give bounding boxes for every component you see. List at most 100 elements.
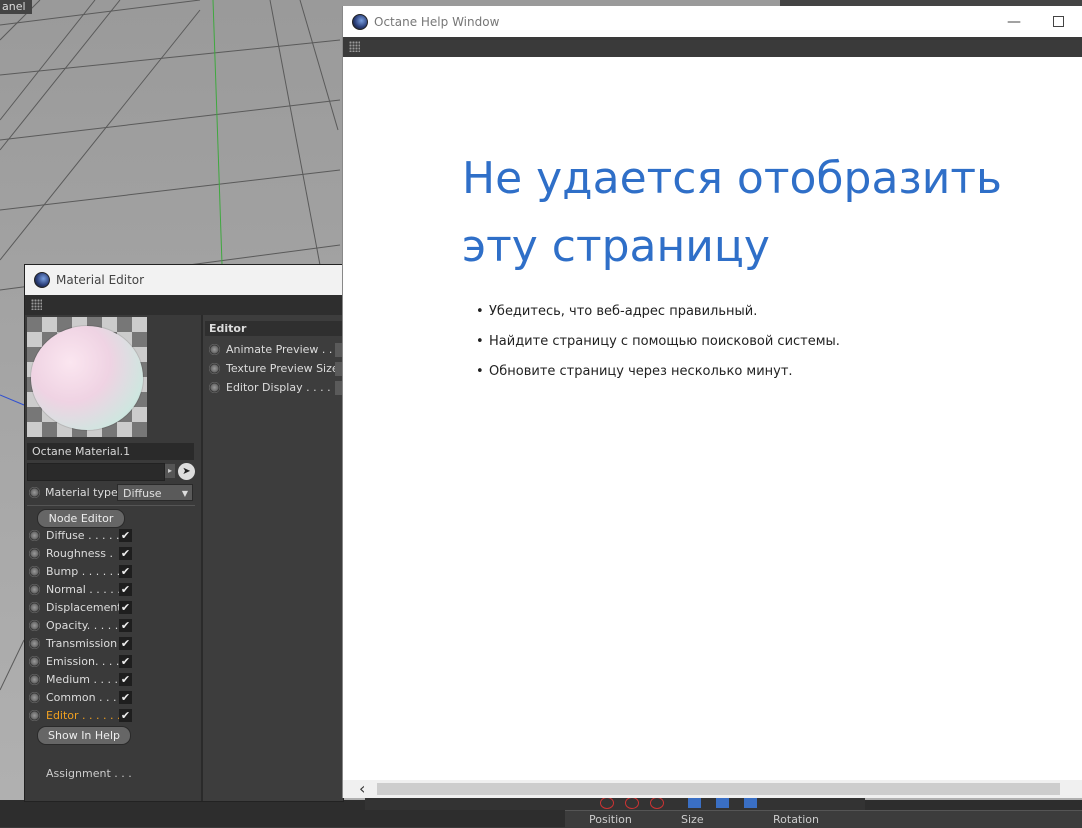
channel-checkbox[interactable]: ✔ (119, 637, 132, 650)
channel-row-bump[interactable]: Bump . . . . . . ✔ (27, 563, 147, 581)
panel-menu-label[interactable]: anel (0, 0, 32, 14)
channel-row-roughness[interactable]: Roughness . ✔ (27, 545, 147, 563)
channel-checkbox[interactable]: ✔ (119, 673, 132, 686)
channel-checkbox[interactable]: ✔ (119, 619, 132, 632)
animate-radio-icon[interactable] (29, 566, 40, 577)
minimize-icon[interactable]: — (1007, 14, 1021, 30)
channel-label: Bump . . . . . . (46, 565, 121, 578)
error-tip: Обновите страницу через несколько минут. (476, 364, 840, 394)
help-browser-content[interactable]: Не удается отобразить эту страницу Убеди… (343, 57, 1082, 780)
channel-row-normal[interactable]: Normal . . . . . ✔ (27, 581, 147, 599)
octane-help-window: Octane Help Window — Не удается отобрази… (342, 6, 1082, 798)
material-type-value: Diffuse (123, 487, 162, 500)
animate-preview-label: Animate Preview . . . (226, 343, 340, 356)
chevron-down-icon: ▼ (181, 489, 188, 498)
animate-radio-icon[interactable] (209, 363, 220, 374)
texture-preview-size-label: Texture Preview Size (226, 362, 339, 375)
channel-row-editor[interactable]: Editor . . . . . . ✔ (27, 707, 147, 725)
material-name-field[interactable]: Octane Material.1 (27, 443, 194, 460)
channel-label: Medium . . . . (46, 673, 118, 686)
animate-radio-icon[interactable] (29, 602, 40, 613)
material-type-label: Material type (45, 486, 118, 499)
material-editor-titlebar[interactable]: Material Editor (25, 265, 343, 295)
channel-row-displacement[interactable]: Displacement ✔ (27, 599, 147, 617)
material-type-select[interactable]: Diffuse ▼ (117, 484, 193, 501)
texture-preview-size-row[interactable]: Texture Preview Size (205, 360, 343, 378)
channel-label: Diffuse . . . . . (46, 529, 120, 542)
channel-checkbox[interactable]: ✔ (119, 709, 132, 722)
editor-display-row[interactable]: Editor Display . . . . . (205, 379, 343, 397)
animate-radio-icon[interactable] (29, 638, 40, 649)
animate-radio-icon[interactable] (29, 487, 40, 498)
preview-sphere (31, 326, 143, 430)
link-arrow-button[interactable]: ▸ (165, 464, 175, 478)
horizontal-scrollbar[interactable]: ‹ (343, 780, 1082, 798)
channel-checkbox[interactable]: ✔ (119, 547, 132, 560)
animate-radio-icon[interactable] (29, 620, 40, 631)
channel-row-transmission[interactable]: Transmission ✔ (27, 635, 147, 653)
channel-label: Common . . . (46, 691, 117, 704)
animate-radio-icon[interactable] (29, 710, 40, 721)
animate-radio-icon[interactable] (209, 344, 220, 355)
pick-object-icon[interactable]: ➤ (178, 463, 195, 480)
help-window-menu-strip (343, 37, 1082, 57)
channel-checkbox[interactable]: ✔ (119, 565, 132, 578)
material-preview[interactable] (27, 317, 147, 437)
channel-label: Roughness . (46, 547, 113, 560)
material-editor-left-panel: Octane Material.1 ▸ ➤ Material type Diff… (25, 315, 201, 801)
record-icon[interactable] (625, 797, 639, 809)
channel-row-emission[interactable]: Emission. . . . ✔ (27, 653, 147, 671)
channel-row-medium[interactable]: Medium . . . . ✔ (27, 671, 147, 689)
error-heading: Не удается отобразить эту страницу (462, 153, 1002, 272)
cinema4d-logo-icon (34, 272, 50, 288)
node-editor-button[interactable]: Node Editor (37, 509, 125, 528)
channel-checkbox[interactable]: ✔ (119, 583, 132, 596)
timeline-toolbar (365, 796, 865, 810)
assignment-item[interactable]: Assignment . . . (46, 767, 132, 780)
show-in-help-button[interactable]: Show In Help (37, 726, 131, 745)
link-field[interactable] (27, 463, 165, 481)
animate-radio-icon[interactable] (29, 692, 40, 703)
scrollbar-thumb[interactable] (377, 783, 1060, 795)
animate-radio-icon[interactable] (29, 674, 40, 685)
record-icon[interactable] (600, 797, 614, 809)
chevron-left-icon[interactable]: ‹ (359, 780, 365, 798)
animate-radio-icon[interactable] (209, 382, 220, 393)
channel-label-active: Editor . . . . . . (46, 709, 121, 722)
material-editor-right-panel: Editor Animate Preview . . . Texture Pre… (203, 315, 347, 801)
material-editor-window: Material Editor Octane Material.1 ▸ ➤ Ma… (24, 264, 347, 802)
animate-radio-icon[interactable] (29, 656, 40, 667)
channel-checkbox[interactable]: ✔ (119, 601, 132, 614)
rotation-column-label: Rotation (773, 813, 820, 826)
drag-grip-icon[interactable] (349, 41, 360, 52)
link-row: ▸ ➤ (27, 463, 199, 481)
coordinates-header: Position Size Rotation (565, 810, 1082, 828)
record-icon[interactable] (650, 797, 664, 809)
editor-section-header: Editor (205, 321, 347, 336)
material-editor-title: Material Editor (56, 273, 145, 287)
error-tips-list: Убедитесь, что веб-адрес правильный. Най… (476, 304, 840, 394)
editor-display-label: Editor Display . . . . . (226, 381, 338, 394)
animate-radio-icon[interactable] (29, 548, 40, 559)
channel-label: Displacement (46, 601, 122, 614)
channel-checkbox[interactable]: ✔ (119, 655, 132, 668)
animate-preview-row[interactable]: Animate Preview . . . (205, 341, 343, 359)
size-column-label: Size (681, 813, 704, 826)
maximize-icon[interactable] (1053, 16, 1064, 27)
error-tip: Найдите страницу с помощью поисковой сис… (476, 334, 840, 364)
material-editor-menu-strip (25, 295, 343, 315)
channel-label: Normal . . . . . (46, 583, 121, 596)
channel-row-diffuse[interactable]: Diffuse . . . . . ✔ (27, 527, 147, 545)
help-window-title: Octane Help Window (374, 14, 500, 29)
divider (27, 505, 195, 506)
channel-row-opacity[interactable]: Opacity. . . . . ✔ (27, 617, 147, 635)
channel-row-common[interactable]: Common . . . ✔ (27, 689, 147, 707)
help-window-titlebar[interactable]: Octane Help Window — (343, 6, 1082, 37)
channel-checkbox[interactable]: ✔ (119, 529, 132, 542)
animate-radio-icon[interactable] (29, 530, 40, 541)
channel-label: Emission. . . . (46, 655, 120, 668)
drag-grip-icon[interactable] (31, 299, 42, 310)
channel-checkbox[interactable]: ✔ (119, 691, 132, 704)
material-type-row: Material type Diffuse ▼ (27, 483, 199, 503)
animate-radio-icon[interactable] (29, 584, 40, 595)
